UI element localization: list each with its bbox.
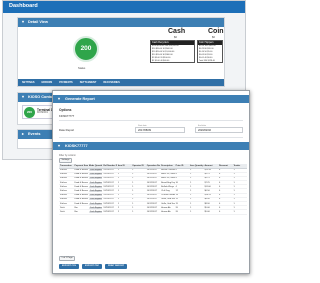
end-date-field[interactable]: End date 2020/02/02 — [195, 125, 243, 133]
filter-label: Filter by column — [59, 154, 76, 157]
coin-row: Total 330 $128.40 — [199, 60, 215, 62]
mode-pill: Cash Register — [88, 210, 103, 213]
table-cell: Bar — [73, 209, 88, 215]
generate-report-modal: ▾ Generate Report Options KIOSK77777 Dat… — [52, 90, 250, 274]
report-table: Transaction Payment Source Mode Quantity… — [59, 164, 247, 215]
app-title: Dashboard — [9, 3, 38, 9]
kiosk-section-header[interactable]: ▾ KIOSK77777 — [53, 142, 249, 150]
export-csv-button[interactable]: EXPORT CSV — [59, 264, 79, 269]
gauge-caption: Status — [78, 67, 86, 70]
mode-pill: Cash Register — [88, 177, 103, 180]
table-cell: 2 — [116, 209, 132, 215]
table-cell: $5.00 — [203, 209, 218, 215]
table-cell: Cash Register — [87, 209, 103, 215]
settings-button[interactable]: Settings — [59, 158, 72, 163]
mode-pill: Cash Register — [88, 194, 103, 197]
chevron-down-icon: ▾ — [58, 144, 60, 148]
mode-pill: Cash Register — [88, 181, 103, 184]
cash-row: $1 $1.00 40 $40.00 — [152, 60, 170, 62]
generate-report-title: Generate Report — [65, 97, 95, 101]
mode-pill: Cash Register — [88, 198, 103, 201]
detail-nav-bar: SETTINGS ERRORS PAYMENTS SETTLEMENT RECO… — [18, 79, 224, 86]
chevron-down-icon: ▾ — [22, 95, 24, 99]
terminal-id: KIOSK001 — [37, 112, 48, 114]
table-cell: Drink — [59, 209, 74, 215]
end-date-label: End date — [198, 125, 207, 127]
nav-settings[interactable]: SETTINGS — [22, 81, 35, 84]
chevron-down-icon: ▾ — [22, 20, 24, 24]
mode-pill: Cash Register — [88, 202, 103, 205]
options-label: Options — [59, 108, 72, 112]
divider — [59, 120, 243, 121]
coin-subtitle: $0 — [212, 36, 215, 39]
cash-title: Cash — [168, 28, 186, 35]
detail-view-header[interactable]: ▾ Detail View — [18, 18, 224, 27]
table-cell: 1 — [232, 209, 247, 215]
kiosk-section-title: KIOSK77777 — [65, 144, 88, 148]
detail-view-panel: ▾ Detail View 200 Status Cash $0 Coin $0… — [17, 17, 225, 87]
table-body: KitchenFood & BeverageCash Register12/18… — [59, 168, 247, 215]
print-report-button[interactable]: PRINT REPORT — [105, 264, 127, 269]
mode-pill: Cash Register — [88, 173, 103, 176]
table-cell: 0 — [217, 209, 233, 215]
pager[interactable]: 1 of 1 Page — [59, 256, 75, 261]
chevron-right-icon: ▸ — [22, 132, 24, 136]
table-cell: 20 — [174, 209, 190, 215]
terminal-status-badge: 200 — [24, 107, 35, 118]
table-cell: House Ale — [160, 209, 175, 215]
mode-pill: Cash Register — [88, 185, 103, 188]
table-row[interactable]: Drink Bar Cash Register 12/18/2017 2 1 10/12/2… — [59, 209, 247, 215]
table-cell: 1 — [189, 209, 204, 215]
start-date-value: 2017/08/09 — [138, 129, 151, 132]
table-cell: 10/12/2017 — [145, 209, 161, 215]
export-pdf-button[interactable]: EXPORT PDF — [82, 264, 102, 269]
nav-errors[interactable]: ERRORS — [42, 81, 53, 84]
events-title: Events — [28, 132, 41, 136]
start-date-field[interactable]: Start date 2017/08/09 — [135, 125, 185, 133]
options-value[interactable]: KIOSK77777 — [59, 115, 74, 118]
nav-recoveries[interactable]: RECOVERIES — [103, 81, 119, 84]
chevron-down-icon: ▾ — [58, 97, 60, 101]
table-cell: 1 — [131, 209, 146, 215]
coin-hoppers-table: Coin Hoppers $1.00 100 $100.00 $0.25 80 … — [197, 40, 223, 63]
generate-report-header[interactable]: ▾ Generate Report — [53, 95, 249, 103]
mode-pill: Cash Register — [88, 169, 103, 172]
mode-pill: Cash Register — [88, 190, 103, 193]
detail-view-title: Detail View — [28, 20, 48, 24]
gauge-value: 200 — [80, 45, 92, 52]
nav-payments[interactable]: PAYMENTS — [59, 81, 72, 84]
app-title-bar: Dashboard — [3, 1, 245, 13]
status-gauge: 200 — [73, 36, 99, 62]
mode-pill: Cash Register — [88, 206, 103, 209]
cash-subtitle: $0 — [174, 36, 177, 39]
nav-settlement[interactable]: SETTLEMENT — [80, 81, 97, 84]
table-cell: 12/18/2017 — [102, 209, 117, 215]
date-report-label: Date Report — [59, 128, 75, 132]
divider — [59, 137, 243, 138]
end-date-value: 2020/02/02 — [198, 129, 211, 132]
start-date-label: Start date — [138, 125, 147, 127]
cash-recyclers-table: Cash Recyclers $100 $100.00 100 $10,000.… — [150, 40, 195, 63]
coin-title: Coin — [208, 28, 224, 35]
